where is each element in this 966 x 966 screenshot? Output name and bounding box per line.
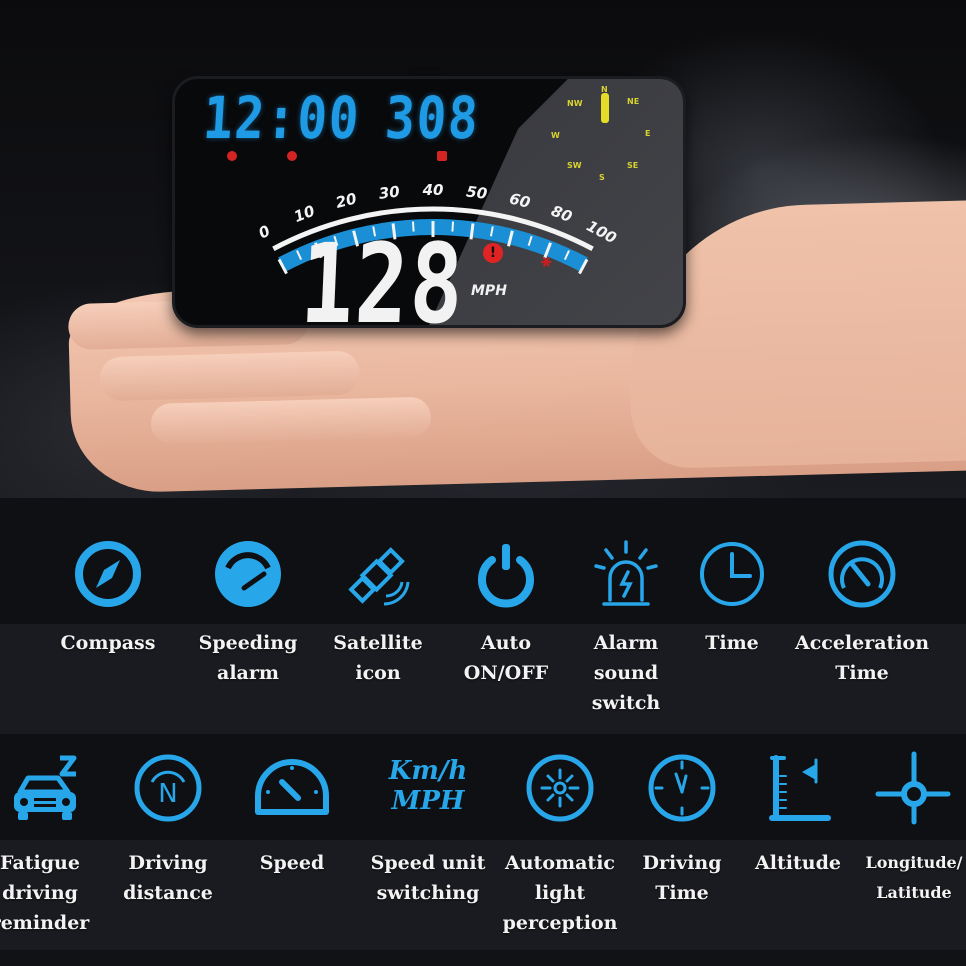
feature-fatigue-reminder: Fatigue driving reminder — [0, 752, 89, 934]
coordinates-icon — [875, 751, 951, 825]
altitude-icon — [769, 755, 831, 821]
product-photo: 12:00 308 N NE E SE S SW W NW 0 10 20 30 40 5… — [0, 0, 966, 498]
power-icon — [478, 544, 534, 608]
feature-driving-distance: N Driving distance — [123, 752, 213, 904]
driving-time-icon — [648, 754, 716, 822]
fatigue-car-icon — [14, 755, 77, 820]
acceleration-gauge-icon — [828, 540, 896, 608]
clock-icon — [700, 542, 764, 606]
speed-readout: 128 — [298, 220, 468, 328]
gauge-tick-label: 50 — [465, 182, 488, 202]
feature-speeding-alarm: Speeding alarm — [199, 538, 297, 684]
feature-label: Acceleration Time — [794, 632, 930, 684]
feature-coordinates: Longitude/ Latitude — [865, 750, 963, 902]
hud-display: 12:00 308 N NE E SE S SW W NW 0 10 20 30 40 5… — [172, 76, 686, 328]
feature-time: Time — [692, 538, 772, 654]
speed-unit-label: MPH — [471, 283, 507, 299]
satellite-icon — [348, 547, 410, 606]
gauge-tick-label: 60 — [508, 189, 533, 212]
light-sensor-icon — [526, 754, 594, 822]
gauge-tick-label: 40 — [422, 181, 444, 199]
gauge-tick-label: 30 — [378, 182, 401, 202]
feature-altitude: Altitude — [755, 752, 841, 874]
gauge-tick-label: 100 — [583, 217, 619, 248]
feature-alarm-sound: Alarm sound switch — [586, 538, 666, 714]
gauge-tick — [469, 223, 475, 240]
feature-acceleration-time: Acceleration Time — [795, 538, 929, 684]
speed-unit-icon: Km/h MPH — [388, 756, 468, 816]
feature-speed-unit-switching: Km/h MPH Speed unit switching — [371, 756, 486, 904]
speeding-alarm-icon — [215, 541, 281, 607]
compass-icon — [75, 541, 141, 607]
feature-driving-time: Driving Time — [642, 752, 722, 904]
feature-light-perception: Automatic light perception — [503, 752, 617, 934]
feature-compass: Compass — [61, 538, 155, 654]
alarm-siren-icon — [594, 540, 658, 606]
driving-distance-icon: N — [134, 754, 202, 822]
warning-icon: ! — [483, 243, 503, 263]
speedometer-icon — [255, 759, 329, 815]
gauge-tick-label: 20 — [334, 189, 359, 212]
feature-satellite: Satellite icon — [333, 538, 423, 684]
feature-speed: Speed — [252, 752, 332, 874]
feature-auto-on-off: Auto ON/OFF — [464, 538, 548, 684]
gauge-tick-label: 80 — [549, 202, 575, 226]
gauge-tick-label: 0 — [256, 222, 274, 243]
feature-label: Longitude/ Latitude — [865, 853, 963, 902]
svg-text:N: N — [158, 779, 177, 809]
